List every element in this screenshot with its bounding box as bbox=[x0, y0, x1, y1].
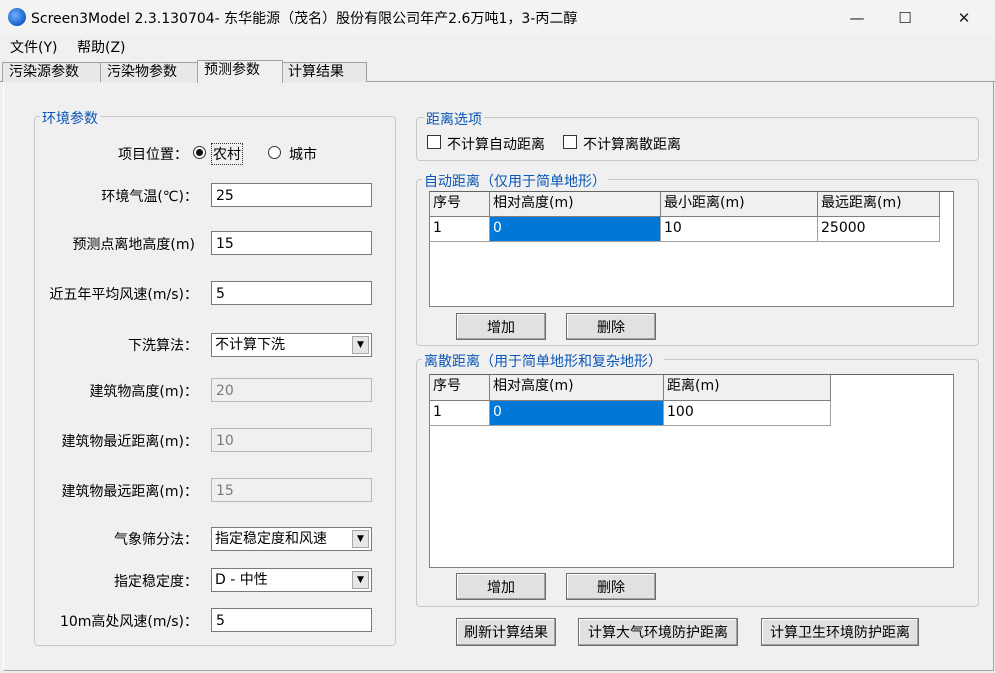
app-icon bbox=[8, 8, 26, 26]
discrete-delete-button[interactable]: 删除 bbox=[566, 573, 656, 600]
env-params-title: 环境参数 bbox=[40, 108, 100, 128]
met-label: 气象筛分法： bbox=[114, 532, 198, 548]
no-discrete-checkbox[interactable] bbox=[563, 135, 577, 149]
bldg-min-label: 建筑物最近距离(m)： bbox=[61, 434, 198, 450]
tab-prediction-params[interactable]: 预测参数 bbox=[197, 60, 283, 83]
menu-help[interactable]: 帮助(Z) bbox=[77, 37, 126, 57]
auto-delete-button[interactable]: 删除 bbox=[566, 313, 656, 340]
grid-header: 序号 bbox=[430, 375, 490, 401]
grid-cell[interactable]: 1 bbox=[430, 401, 490, 426]
tab-source-params[interactable]: 污染源参数 bbox=[2, 62, 102, 82]
downwash-select[interactable]: 不计算下洗 ▼ bbox=[211, 333, 372, 357]
calc-sanitary-distance-button[interactable]: 计算卫生环境防护距离 bbox=[761, 618, 919, 646]
chevron-down-icon[interactable]: ▼ bbox=[352, 530, 369, 548]
grid-header: 最小距离(m) bbox=[661, 192, 818, 217]
menu-file[interactable]: 文件(Y) bbox=[10, 37, 57, 57]
stability-label: 指定稳定度： bbox=[114, 574, 198, 590]
chevron-down-icon[interactable]: ▼ bbox=[352, 336, 369, 354]
temp-input[interactable]: 25 bbox=[211, 183, 372, 207]
grid-cell[interactable]: 1 bbox=[430, 217, 490, 242]
auto-distance-title: 自动距离（仅用于简单地形） bbox=[422, 171, 608, 191]
bldg-height-label: 建筑物高度(m)： bbox=[89, 384, 198, 400]
grid-cell[interactable]: 25000 bbox=[818, 217, 940, 242]
window-title: Screen3Model 2.3.130704- 东华能源（茂名）股份有限公司年… bbox=[31, 11, 578, 27]
downwash-label: 下洗算法： bbox=[128, 338, 198, 354]
chevron-down-icon[interactable]: ▼ bbox=[352, 571, 369, 589]
rural-radio[interactable] bbox=[193, 146, 206, 159]
downwash-value: 不计算下洗 bbox=[215, 337, 285, 353]
wind10-label: 10m高处风速(m/s)： bbox=[59, 614, 198, 630]
grid-header: 距离(m) bbox=[664, 375, 831, 401]
maximize-button[interactable]: ☐ bbox=[881, 0, 929, 35]
calc-atmos-distance-button[interactable]: 计算大气环境防护距离 bbox=[578, 618, 738, 646]
discrete-distance-grid[interactable]: 序号 相对高度(m) 距离(m) 1 0 100 bbox=[429, 374, 954, 568]
grid-cell-selected[interactable]: 0 bbox=[490, 401, 664, 426]
rural-label[interactable]: 农村 bbox=[211, 143, 243, 165]
no-discrete-label[interactable]: 不计算离散距离 bbox=[583, 134, 681, 154]
dist-options-title: 距离选项 bbox=[424, 109, 484, 129]
no-auto-label[interactable]: 不计算自动距离 bbox=[447, 134, 545, 154]
no-auto-checkbox[interactable] bbox=[427, 135, 441, 149]
grid-cell[interactable]: 10 bbox=[661, 217, 818, 242]
tab-results[interactable]: 计算结果 bbox=[281, 62, 367, 82]
menu-bar bbox=[0, 35, 995, 57]
wind5-label: 近五年平均风速(m/s)： bbox=[49, 287, 198, 303]
stability-select[interactable]: D - 中性 ▼ bbox=[211, 568, 372, 592]
bldg-max-label: 建筑物最远距离(m)： bbox=[61, 484, 198, 500]
discrete-add-button[interactable]: 增加 bbox=[456, 573, 546, 600]
close-button[interactable]: ✕ bbox=[940, 0, 988, 35]
location-label: 项目位置： bbox=[118, 147, 188, 163]
urban-radio[interactable] bbox=[268, 146, 281, 159]
grid-cell-selected[interactable]: 0 bbox=[490, 217, 661, 242]
met-value: 指定稳定度和风速 bbox=[215, 531, 327, 547]
bldg-max-input: 15 bbox=[211, 478, 372, 502]
height-label: 预测点离地高度(m) bbox=[72, 237, 195, 253]
bldg-min-input: 10 bbox=[211, 428, 372, 452]
discrete-distance-title: 离散距离（用于简单地形和复杂地形） bbox=[422, 351, 664, 371]
met-select[interactable]: 指定稳定度和风速 ▼ bbox=[211, 527, 372, 551]
refresh-results-button[interactable]: 刷新计算结果 bbox=[456, 618, 556, 646]
bldg-height-input: 20 bbox=[211, 378, 372, 402]
wind10-input[interactable]: 5 bbox=[211, 608, 372, 632]
grid-header: 最远距离(m) bbox=[818, 192, 940, 217]
grid-header: 相对高度(m) bbox=[490, 375, 664, 401]
grid-header: 相对高度(m) bbox=[490, 192, 661, 217]
grid-cell[interactable]: 100 bbox=[664, 401, 831, 426]
stability-value: D - 中性 bbox=[215, 572, 268, 588]
temp-label: 环境气温(℃)： bbox=[101, 189, 198, 205]
minimize-button[interactable]: — bbox=[833, 0, 881, 35]
auto-distance-grid[interactable]: 序号 相对高度(m) 最小距离(m) 最远距离(m) 1 0 10 25000 bbox=[429, 191, 954, 307]
wind5-input[interactable]: 5 bbox=[211, 281, 372, 305]
auto-add-button[interactable]: 增加 bbox=[456, 313, 546, 340]
urban-label[interactable]: 城市 bbox=[289, 144, 317, 164]
tab-pollutant-params[interactable]: 污染物参数 bbox=[100, 62, 200, 82]
grid-header: 序号 bbox=[430, 192, 490, 217]
height-input[interactable]: 15 bbox=[211, 231, 372, 255]
